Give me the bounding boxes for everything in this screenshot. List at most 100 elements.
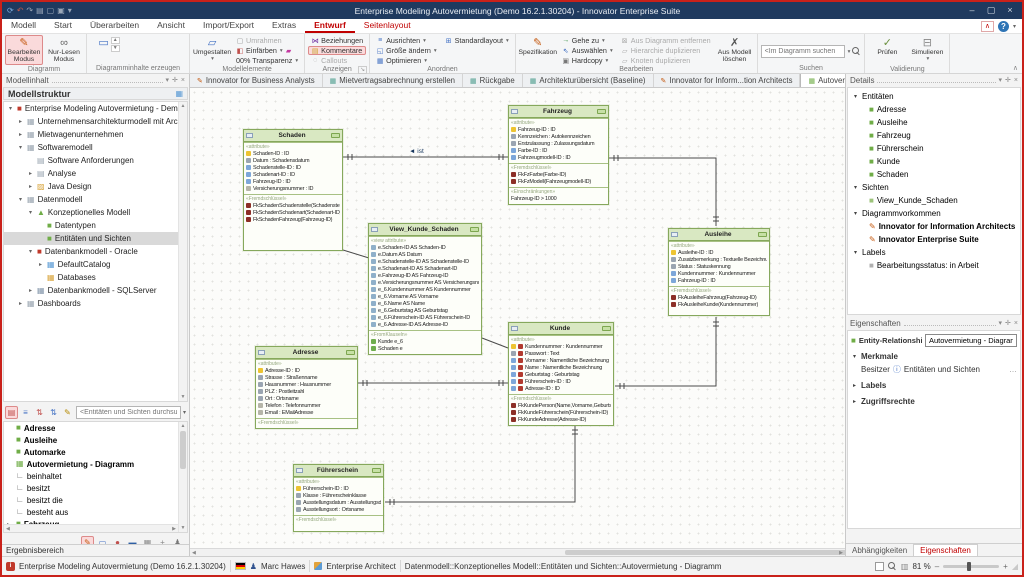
details-item-bearbeitungsstatus-in-arbeit[interactable]: ■Bearbeitungsstatus: in Arbeit xyxy=(848,259,1020,272)
ribbon-tab-extras[interactable]: Extras xyxy=(263,18,305,33)
tree-item-konzeptionelles-modell[interactable]: ▾▲Konzeptionelles Modell xyxy=(4,206,187,219)
attribute-row[interactable]: e_6.Name AS Name xyxy=(371,300,479,307)
beziehungen-button[interactable]: ⋈Beziehungen xyxy=(308,36,366,45)
close-icon[interactable]: × xyxy=(1001,5,1019,16)
gehe-zu-button[interactable]: →Gehe zu▾ xyxy=(559,36,616,45)
list-item-besteht-aus[interactable]: ∟besteht aus xyxy=(4,506,187,518)
attribute-row[interactable]: e.Schaden-ID AS Schaden-ID xyxy=(371,244,479,251)
details-section-diagrammvorkommen[interactable]: ▾Diagrammvorkommen xyxy=(848,207,1020,220)
diagram-canvas[interactable]: Schaden«attribute»Schaden-ID : IDDatum :… xyxy=(190,88,845,548)
details-item-fahrzeug[interactable]: ■Fahrzeug xyxy=(848,129,1020,142)
attribute-row[interactable]: e.Schadenart-ID AS Schadenart-ID xyxy=(371,265,479,272)
spezifikation-button[interactable]: ✎Spezifikation xyxy=(519,35,557,65)
attribute-row[interactable]: Fahrzeug-ID : ID xyxy=(511,126,606,133)
list-hscrollbar[interactable]: ◀▶ xyxy=(4,524,178,532)
aus-modell-löschen-button[interactable]: ✗Aus Modell löschen xyxy=(716,35,754,65)
pin-icon[interactable]: ✛ xyxy=(1005,320,1011,328)
attribute-row[interactable]: FkAusleiheFahrzeug(Fahrzeug-ID) xyxy=(671,294,767,301)
tree-item-softwaremodell[interactable]: ▾▦Softwaremodell xyxy=(4,141,187,154)
tree-item-analyse[interactable]: ▸▤Analyse xyxy=(4,167,187,180)
maximize-icon[interactable]: ▢ xyxy=(982,5,1000,16)
expander-icon[interactable]: ▸ xyxy=(37,261,44,268)
details-item-schaden[interactable]: ■Schaden xyxy=(848,168,1020,181)
panel-close-icon[interactable]: × xyxy=(181,77,185,85)
expander-icon[interactable]: ▾ xyxy=(17,196,24,203)
attribute-row[interactable]: FkFzModell(Fahrzeugmodell-ID) xyxy=(511,178,606,185)
attribute-row[interactable]: Führerschein-ID : ID xyxy=(511,378,611,385)
doc-tab-innovator-for-inform-tion-architects[interactable]: ✎Innovator for Inform...tion Architects xyxy=(654,74,801,87)
edit-columns-icon[interactable]: ✎ xyxy=(61,406,74,419)
attribute-row[interactable]: Datum : Schadensdatum xyxy=(246,157,340,164)
attribute-row[interactable]: Fahrzeugmodell-ID : ID xyxy=(511,154,606,161)
search-dropdown-icon[interactable]: ▾ xyxy=(183,409,186,416)
attribute-row[interactable]: Schaden-ID : ID xyxy=(246,150,340,157)
flat-list-icon[interactable]: ≡ xyxy=(19,406,32,419)
sort-type-icon[interactable]: ⇅ xyxy=(47,406,60,419)
redo-icon[interactable]: ↷ xyxy=(26,7,33,15)
bearbeiten-modus-button[interactable]: ✎Bearbeiten Modus xyxy=(5,35,43,65)
ribbon-tab-start[interactable]: Start xyxy=(45,18,81,33)
größe-ändern-button[interactable]: ◱Größe ändern▾ xyxy=(373,46,440,55)
entity-schaden[interactable]: Schaden«attribute»Schaden-ID : IDDatum :… xyxy=(243,129,343,251)
more-icon[interactable]: … xyxy=(1009,365,1017,374)
list-scrollbar[interactable]: ▲▼ xyxy=(178,422,187,532)
attribute-row[interactable]: Passwort : Text xyxy=(511,350,611,357)
list-item-beinhaltet[interactable]: ∟beinhaltet xyxy=(4,470,187,482)
tab-eigenschaften[interactable]: Eigenschaften xyxy=(913,544,978,556)
attribute-row[interactable]: Name : Namentliche Bezeichnung xyxy=(511,364,611,371)
tree-item-entitäten-und-sichten[interactable]: ■Entitäten und Sichten xyxy=(4,232,187,245)
dialog-launcher-icon[interactable]: ↘ xyxy=(358,66,367,74)
expander-icon[interactable]: ▸ xyxy=(27,170,34,177)
attribute-row[interactable]: PLZ : Postleitzahl xyxy=(258,388,355,395)
attribute-row[interactable]: Erstzulassung : Zulassungsdatum xyxy=(511,140,606,147)
doc-tab-rückgabe[interactable]: ▦Rückgabe xyxy=(463,74,523,87)
list-item-besitzt[interactable]: ∟besitzt xyxy=(4,482,187,494)
tree-item-mietwagenunternehmen[interactable]: ▸▦Mietwagenunternehmen xyxy=(4,128,187,141)
ribbon-tab-entwurf[interactable]: Entwurf xyxy=(305,18,355,33)
relationship-line-2[interactable] xyxy=(615,317,719,389)
tab-abhaengigkeiten[interactable]: Abhängigkeiten xyxy=(846,546,913,555)
details-item-view-kunde-schaden[interactable]: ■View_Kunde_Schaden xyxy=(848,194,1020,207)
attribute-row[interactable]: Fahrzeug-ID : ID xyxy=(671,277,767,284)
details-item-kunde[interactable]: ■Kunde xyxy=(848,155,1020,168)
ribbon-options-icon[interactable]: ∧ xyxy=(981,21,994,32)
zoom-slider-thumb[interactable] xyxy=(967,562,971,571)
pin-icon[interactable]: ✛ xyxy=(172,77,178,85)
entity-ausleihe[interactable]: Ausleihe«attribute»Ausleihe-ID : IDZusat… xyxy=(668,228,770,316)
tree-item-datenbankmodell-sqlserver[interactable]: ▸▦Datenbankmodell - SQLServer xyxy=(4,284,187,297)
attribute-row[interactable]: Telefon : Telefonnummer xyxy=(258,402,355,409)
labels-group[interactable]: ▸ Labels xyxy=(851,379,1017,392)
list-item-ausleihe[interactable]: ■Ausleihe xyxy=(4,434,187,446)
attribute-row[interactable]: FkAusleiheKunde(Kundennummer) xyxy=(671,301,767,308)
tree-item-datenmodell[interactable]: ▾▦Datenmodell xyxy=(4,193,187,206)
attribute-row[interactable]: Kundennummer : Kundennummer xyxy=(511,343,611,350)
attribute-row[interactable]: Adresse-ID : ID xyxy=(258,367,355,374)
help-dropdown-icon[interactable]: ▾ xyxy=(1013,23,1016,30)
attribute-row[interactable]: Versicherungsnummer : ID xyxy=(246,185,340,192)
attribute-row[interactable]: Ausleihe-ID : ID xyxy=(671,249,767,256)
canvas-hscroll-thumb[interactable] xyxy=(565,550,855,555)
tree-item-defaultcatalog[interactable]: ▸▦DefaultCatalog xyxy=(4,258,187,271)
zoom-in-icon[interactable]: + xyxy=(1003,562,1008,571)
umgestalten-button[interactable]: ▱Umgestalten▾ xyxy=(193,35,231,65)
callouts-button[interactable]: ◌Callouts xyxy=(308,56,366,65)
fit-page-icon[interactable]: ▥ xyxy=(901,562,909,571)
relationship-line-6[interactable] xyxy=(482,338,508,348)
attribute-row[interactable]: Kunde e_6 xyxy=(371,338,479,345)
overview-toggle-icon[interactable] xyxy=(875,562,884,571)
relationship-line-4[interactable] xyxy=(385,425,578,505)
relationship-line-0[interactable] xyxy=(343,154,508,160)
relationship-line-1[interactable] xyxy=(609,155,719,226)
attribute-row[interactable]: Klasse : Führerscheinklasse xyxy=(296,492,381,499)
attribute-row[interactable]: e.Schadenstelle-ID AS Schadenstelle-ID xyxy=(371,258,479,265)
attribute-row[interactable]: Email : EMailAdresse xyxy=(258,409,355,416)
expander-icon[interactable]: ▸ xyxy=(17,118,24,125)
list-item-besitzt-die[interactable]: ∟besitzt die xyxy=(4,494,187,506)
00-transparenz-button[interactable]: 00% Transparenz▾ xyxy=(233,56,301,65)
tree-item-dashboards[interactable]: ▸▦Dashboards xyxy=(4,297,187,310)
expander-icon[interactable]: ▸ xyxy=(27,287,34,294)
attribute-row[interactable]: FkKundePerson(Name,Vorname,Geburtstag) xyxy=(511,402,611,409)
attribute-row[interactable]: Strasse : Straßenname xyxy=(258,374,355,381)
attribute-row[interactable]: Geburtstag : Geburtstag xyxy=(511,371,611,378)
zoom-slider[interactable] xyxy=(943,565,999,568)
